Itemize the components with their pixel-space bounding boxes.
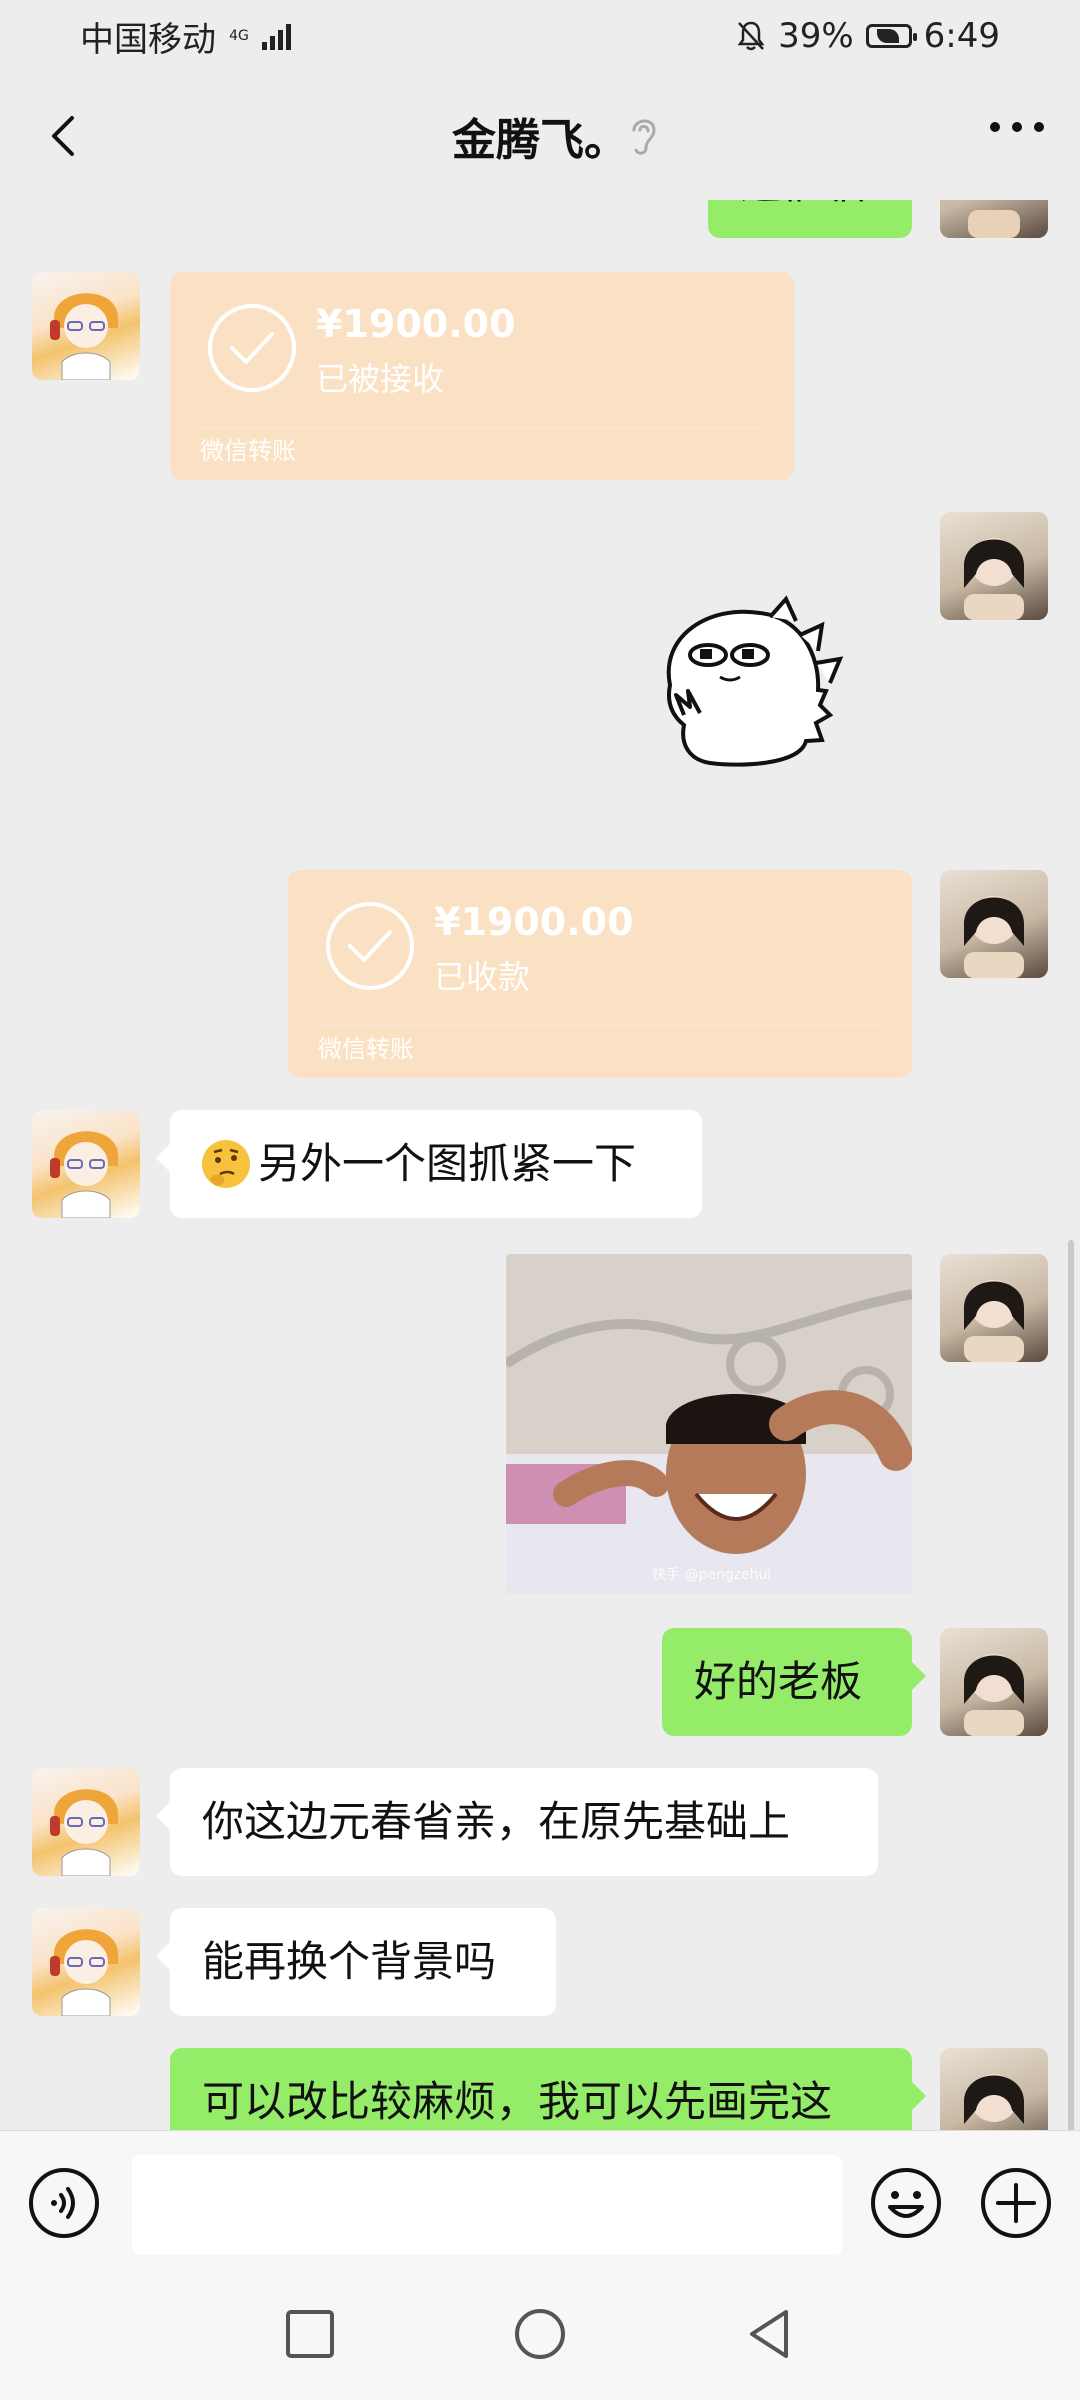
status-left: 中国移动 4G: [80, 12, 291, 61]
message-text: 另外一个图抓紧一下: [258, 1138, 637, 1188]
message-bubble[interactable]: 这催临: [708, 200, 912, 238]
check-circle-icon: [326, 902, 414, 990]
avatar[interactable]: [940, 2048, 1048, 2130]
plus-icon[interactable]: [980, 2167, 1052, 2239]
message-text: 可以改比较麻烦，我可以先画完这: [202, 2076, 833, 2126]
more-dots-icon[interactable]: [990, 122, 1044, 132]
thinking-face-icon: [202, 1140, 250, 1188]
voice-icon[interactable]: [28, 2167, 100, 2239]
clock: 6:49: [923, 16, 1000, 56]
transfer-status: 已收款: [434, 958, 531, 996]
check-circle-icon: [208, 304, 296, 392]
transfer-label: 微信转账: [200, 437, 296, 465]
transfer-amount: ¥1900.00: [434, 900, 634, 944]
square-icon[interactable]: [278, 2302, 342, 2366]
avatar[interactable]: [32, 1908, 140, 2016]
system-nav-bar: [0, 2270, 1080, 2400]
divider: [200, 427, 764, 428]
network-badge: 4G: [229, 28, 249, 44]
avatar[interactable]: [940, 1628, 1048, 1736]
message-bubble[interactable]: 可以改比较麻烦，我可以先画完这: [170, 2048, 926, 2130]
circle-icon[interactable]: [508, 2302, 572, 2366]
dinosaur-sticker[interactable]: [650, 595, 880, 775]
chevron-left-icon[interactable]: [36, 108, 92, 164]
transfer-status: 已被接收: [316, 360, 445, 398]
status-bar: 中国移动 4G 39% 6:49: [0, 0, 1080, 72]
wechat-chat-screen: 中国移动 4G 39% 6:49 金腾飞。 ¥1900.00 已被接收 微信转账…: [0, 0, 1080, 2400]
divider: [318, 1025, 882, 1026]
message-bubble[interactable]: 能再换个背景吗: [156, 1908, 556, 2016]
battery-icon: [865, 24, 917, 48]
transfer-card[interactable]: ¥1900.00 已被接收 微信转账: [170, 272, 794, 480]
message-text: 能再换个背景吗: [202, 1936, 497, 1986]
avatar[interactable]: [940, 1254, 1048, 1362]
carrier-label: 中国移动: [80, 19, 216, 60]
signal-icon: [262, 22, 291, 50]
message-bubble[interactable]: 另外一个图抓紧一下: [156, 1110, 702, 1218]
transfer-amount: ¥1900.00: [316, 302, 516, 346]
photo-content: [506, 1254, 912, 1594]
avatar[interactable]: [32, 272, 140, 380]
message-text: 好的老板: [694, 1656, 863, 1706]
avatar[interactable]: [940, 512, 1048, 620]
message-list[interactable]: 这催临 ¥1900.00 已被接收 微信转账: [0, 200, 1080, 2130]
transfer-card[interactable]: ¥1900.00 已收款 微信转账: [288, 870, 912, 1078]
avatar[interactable]: [32, 1110, 140, 1218]
photo-watermark: 快手 @pengzehui: [652, 1567, 772, 1583]
message-bubble[interactable]: 你这边元春省亲，在原先基础上: [156, 1768, 878, 1876]
status-right: 39% 6:49: [736, 16, 1000, 56]
ear-icon: [632, 119, 656, 155]
chat-title: 金腾飞。: [452, 115, 628, 166]
emoji-icon[interactable]: [870, 2167, 942, 2239]
input-bar: [0, 2130, 1080, 2271]
battery-percent: 39%: [778, 16, 854, 56]
message-bubble[interactable]: 好的老板: [662, 1628, 926, 1736]
scrollbar[interactable]: [1068, 1240, 1074, 2130]
message-input[interactable]: [132, 2155, 842, 2255]
triangle-back-icon[interactable]: [738, 2302, 802, 2366]
photo-message[interactable]: 快手 @pengzehui: [506, 1254, 912, 1594]
message-text: 这催临: [740, 200, 866, 211]
message-text: 你这边元春省亲，在原先基础上: [202, 1796, 791, 1846]
mute-bell-icon: [737, 21, 765, 51]
avatar[interactable]: [940, 870, 1048, 978]
avatar[interactable]: [32, 1768, 140, 1876]
transfer-label: 微信转账: [318, 1035, 414, 1063]
avatar[interactable]: [940, 200, 1048, 238]
chat-header: 金腾飞。: [0, 72, 1080, 200]
